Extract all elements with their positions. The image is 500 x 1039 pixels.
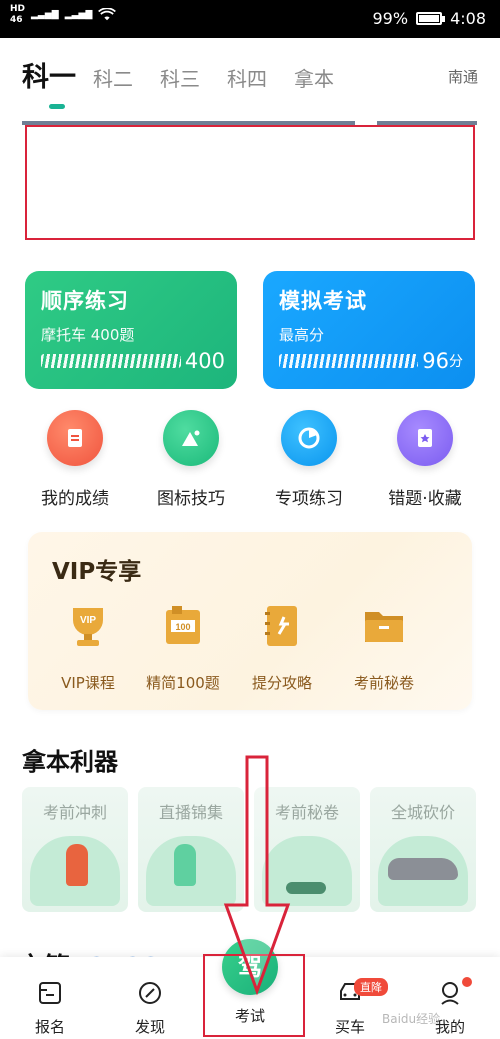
discount-badge: 直降 bbox=[354, 978, 388, 996]
mock-exam-card[interactable]: 模拟考试 最高分 96 分 bbox=[263, 271, 475, 389]
subject-tabs: 科一 科二 科三 科四 拿本 bbox=[22, 55, 361, 94]
mistakes-favorites-shortcut[interactable]: 错题·收藏 bbox=[365, 410, 485, 509]
tab-subject-3[interactable]: 科三 bbox=[160, 63, 200, 92]
signal-icon: ▂▃▅▇ bbox=[64, 9, 93, 20]
banner-highlight-box[interactable] bbox=[25, 125, 475, 240]
runner-illustration bbox=[30, 836, 120, 906]
shortcut-label: 专项练习 bbox=[275, 489, 343, 509]
shortcut-row: 我的成绩 图标技巧 专项练习 错题·收藏 bbox=[0, 410, 500, 510]
shortcut-label: 我的成绩 bbox=[41, 489, 109, 509]
nav-label: 报名 bbox=[34, 1018, 65, 1036]
tool-card-sprint[interactable]: 考前冲刺 bbox=[22, 787, 128, 912]
tool-card-bargain[interactable]: 全城砍价 bbox=[370, 787, 476, 912]
vip-label: 精简100题 bbox=[146, 674, 220, 692]
tab-license[interactable]: 拿本 bbox=[294, 63, 334, 92]
vip-label: VIP课程 bbox=[61, 674, 115, 692]
card-title: 顺序练习 bbox=[41, 289, 129, 313]
signal-icon: ▂▃▅▇ bbox=[31, 9, 59, 20]
notification-dot bbox=[462, 977, 472, 987]
tab-subject-2[interactable]: 科二 bbox=[93, 63, 133, 92]
vip-course-item[interactable]: VIP VIP课程 bbox=[38, 604, 138, 693]
vip-label: 考前秘卷 bbox=[353, 674, 414, 692]
profile-icon bbox=[441, 982, 459, 1005]
wifi-icon bbox=[98, 8, 117, 21]
discover-icon bbox=[139, 982, 161, 1004]
best-score: 96 bbox=[422, 349, 449, 373]
tab-indicator bbox=[49, 104, 65, 109]
battery-icon bbox=[416, 12, 446, 25]
sequential-practice-card[interactable]: 顺序练习 摩托车 400题 400 bbox=[25, 271, 237, 389]
status-bar: HD 46 ▂▃▅▇ ▂▃▅▇ 99% 4:08 bbox=[0, 0, 500, 38]
car-illustration bbox=[378, 836, 468, 906]
nav-discover[interactable]: 发现 bbox=[115, 979, 185, 1037]
progress-bar bbox=[279, 354, 419, 368]
nav-signup[interactable]: 报名 bbox=[15, 979, 85, 1037]
watermark: Baidu经验 bbox=[382, 1012, 441, 1026]
bookmark-star-icon bbox=[397, 410, 453, 466]
card-subtitle: 最高分 bbox=[279, 326, 325, 344]
vip-label: 提分攻略 bbox=[251, 674, 312, 692]
shortcut-label: 错题·收藏 bbox=[388, 489, 462, 509]
folder-icon bbox=[365, 612, 403, 642]
hd-indicator: HD bbox=[10, 4, 26, 14]
nav-label: 买车 bbox=[334, 1018, 365, 1036]
vip-secret-paper-item[interactable]: 考前秘卷 bbox=[334, 604, 434, 693]
nav-label: 发现 bbox=[134, 1018, 165, 1036]
vip-panel: VIP专享 VIP VIP课程 100 精简100题 提分攻略 考前秘卷 bbox=[28, 532, 472, 710]
document-icon bbox=[47, 410, 103, 466]
topic-practice-shortcut[interactable]: 专项练习 bbox=[249, 410, 369, 509]
trophy-icon: VIP bbox=[73, 608, 103, 646]
signup-icon bbox=[39, 982, 61, 1004]
sign-tips-shortcut[interactable]: 图标技巧 bbox=[131, 410, 251, 509]
book-text: 100 bbox=[175, 622, 190, 632]
shortcut-label: 图标技巧 bbox=[157, 489, 225, 509]
city-selector[interactable]: 南通 bbox=[448, 66, 478, 87]
tab-subject-4[interactable]: 科四 bbox=[227, 63, 267, 92]
tool-label: 全城砍价 bbox=[390, 803, 455, 822]
tab-subject-1[interactable]: 科一 bbox=[22, 55, 76, 94]
vip-score-tips-item[interactable]: 提分攻略 bbox=[232, 604, 332, 693]
nav-profile[interactable]: 我的 bbox=[415, 979, 485, 1037]
tool-label: 考前冲刺 bbox=[42, 803, 107, 822]
vip-100-questions-item[interactable]: 100 精简100题 bbox=[133, 604, 233, 693]
trophy-text: VIP bbox=[80, 615, 96, 626]
battery-percent: 99% bbox=[372, 9, 409, 28]
notebook-arrow-icon bbox=[265, 606, 297, 646]
clock: 4:08 bbox=[450, 9, 486, 28]
card-title: 模拟考试 bbox=[279, 289, 367, 313]
network-type: 46 bbox=[10, 15, 23, 25]
question-count: 400 bbox=[184, 349, 225, 373]
score-unit: 分 bbox=[449, 354, 463, 370]
book-100-icon: 100 bbox=[166, 606, 200, 644]
progress-bar bbox=[41, 354, 181, 368]
card-subtitle: 摩托车 400题 bbox=[41, 326, 135, 344]
my-scores-shortcut[interactable]: 我的成绩 bbox=[15, 410, 135, 509]
pie-chart-icon bbox=[281, 410, 337, 466]
section-title: 拿本利器 bbox=[22, 748, 118, 776]
annotation-arrow-icon bbox=[223, 755, 291, 995]
mountain-icon bbox=[163, 410, 219, 466]
vip-title: VIP专享 bbox=[52, 559, 142, 585]
